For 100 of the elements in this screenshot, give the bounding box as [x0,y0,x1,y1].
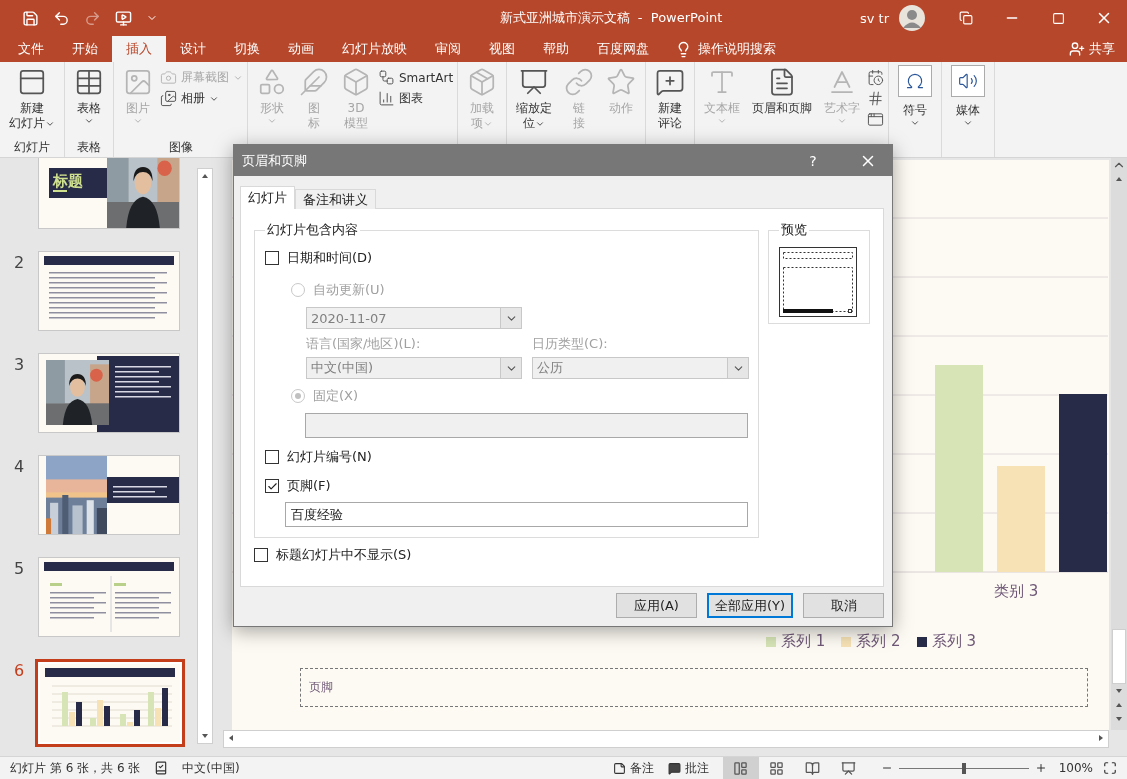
ribbon-tab[interactable]: 百度网盘 [583,36,663,62]
language-status[interactable]: 中文(中国) [182,759,240,777]
zoom-level[interactable]: 100% [1058,761,1093,775]
field-label: 语言(国家/地区)(L): [306,335,422,353]
ribbon-tab[interactable]: 幻灯片放映 [328,36,421,62]
ribbon-tab[interactable]: 设计 [166,36,220,62]
ribbon-tab[interactable]: 插入 [112,36,166,62]
language-select[interactable]: 中文(中国) [306,357,522,379]
slide-thumbnail[interactable] [38,557,180,637]
category-label: 类别 3 [994,582,1039,601]
group-label: 表格 [77,139,101,156]
ribbon-button[interactable]: 符号 [893,65,938,139]
checkbox[interactable] [265,479,279,493]
scrollbar[interactable] [1111,158,1127,730]
checkbox[interactable] [265,251,279,265]
checkbox[interactable] [254,548,268,562]
ribbon-button[interactable]: 相册 [160,90,243,107]
shapes-icon [257,67,287,97]
scrollbar[interactable] [223,730,1109,748]
star-icon [606,67,637,97]
slide-number: 4 [12,456,26,476]
ribbon-display-icon[interactable] [959,11,973,25]
notes-button[interactable]: 备注 [612,759,654,777]
window-icon [867,111,885,128]
slide-number: 5 [12,558,26,578]
ribbon-icon-button[interactable] [867,111,885,128]
dialog-button[interactable]: 取消 [803,593,884,618]
slide-thumbnail[interactable] [38,455,180,535]
ribbon-button[interactable]: 页眉和页脚 [747,65,818,139]
ribbon-button[interactable]: SmartArt [378,69,454,86]
spell-check-icon[interactable] [154,761,169,775]
caret-icon [267,116,277,126]
zoom-in-icon[interactable] [1034,762,1047,774]
fit-slide-icon[interactable] [1103,761,1117,775]
bar-chart-icon [378,90,395,107]
link-icon [564,67,595,97]
normal-view-icon [733,760,749,776]
slide-thumbnail[interactable]: 标题 [38,158,180,229]
user-name: sv tr [859,10,889,26]
caret-icon [910,118,921,128]
slide-number: 2 [12,252,26,272]
undo-icon[interactable] [53,9,70,27]
slide-info: 幻灯片 第 6 张，共 6 张 [10,759,141,777]
book-icon [805,760,821,776]
dialog-button[interactable]: 应用(A) [615,593,697,618]
caret-icon [963,118,974,128]
dialog-tab[interactable]: 备注和讲义 [295,189,376,209]
dialog-button[interactable]: 全部应用(Y) [706,593,793,618]
ribbon-icon-button[interactable] [867,90,885,107]
share-button[interactable]: 共享 [1069,36,1115,62]
ribbon-button[interactable]: 媒体 [946,65,991,139]
input-field[interactable]: 百度经验 [285,502,748,527]
ribbon-tab[interactable]: 文件 [4,36,58,62]
date-select[interactable]: 2020-11-07 [306,307,522,329]
ribbon-tab[interactable]: 切换 [220,36,274,62]
present-icon[interactable] [115,9,132,27]
group-label: 图像 [168,139,193,156]
comment-plus-icon [655,67,686,97]
ribbon-tab[interactable]: 视图 [475,36,529,62]
caret-icon [837,116,848,126]
ribbon-tab[interactable]: 审阅 [421,36,475,62]
ribbon-button[interactable]: 表格 [69,65,109,139]
ribbon-button[interactable]: 新建 幻灯片 [4,65,60,139]
save-icon[interactable] [22,9,39,27]
calendar-select[interactable]: 公历 [532,357,749,379]
comments-button[interactable]: 批注 [667,759,709,777]
scroll-thumb[interactable] [1112,629,1126,684]
tell-me-search[interactable]: 操作说明搜索 [698,40,776,58]
slide-thumbnail[interactable] [38,251,180,331]
group-title: 预览 [780,221,808,239]
slide-thumbnail[interactable] [35,659,185,747]
avatar[interactable] [899,5,925,31]
slide-number: 6 [12,660,26,680]
ribbon-tab[interactable]: 帮助 [529,36,583,62]
grid-view-icon [769,760,785,776]
ribbon-tab[interactable]: 开始 [58,36,112,62]
footer-placeholder[interactable]: 页脚 [300,668,1088,707]
omega-icon [905,71,926,91]
ribbon-button[interactable]: 新建 评论 [650,65,691,139]
checkbox[interactable] [265,450,279,464]
radio-label: 固定(X) [313,387,359,405]
comment-icon [667,761,681,775]
table-icon [74,67,104,97]
ribbon-icon-button[interactable] [867,69,885,86]
view-button[interactable] [722,757,759,779]
checkbox-label: 日期和时间(D) [287,249,373,267]
person-plus-icon [1069,41,1085,57]
help-button[interactable]: ? [806,152,820,169]
slide-thumbnail[interactable] [38,353,180,433]
scrollbar[interactable] [197,168,213,744]
slide-title: 标题 [53,172,83,191]
image-icon [123,67,153,97]
ribbon-tab[interactable]: 动画 [274,36,328,62]
dialog-tab[interactable]: 幻灯片 [240,186,295,209]
ribbon-button[interactable]: 缩放定 位 [511,65,558,139]
maximize-icon[interactable] [1051,11,1065,25]
smartart-icon [378,69,395,86]
ribbon-button[interactable]: 图表 [378,90,454,107]
group-title: 幻灯片包含内容 [266,221,359,239]
presentation-icon [841,760,857,776]
